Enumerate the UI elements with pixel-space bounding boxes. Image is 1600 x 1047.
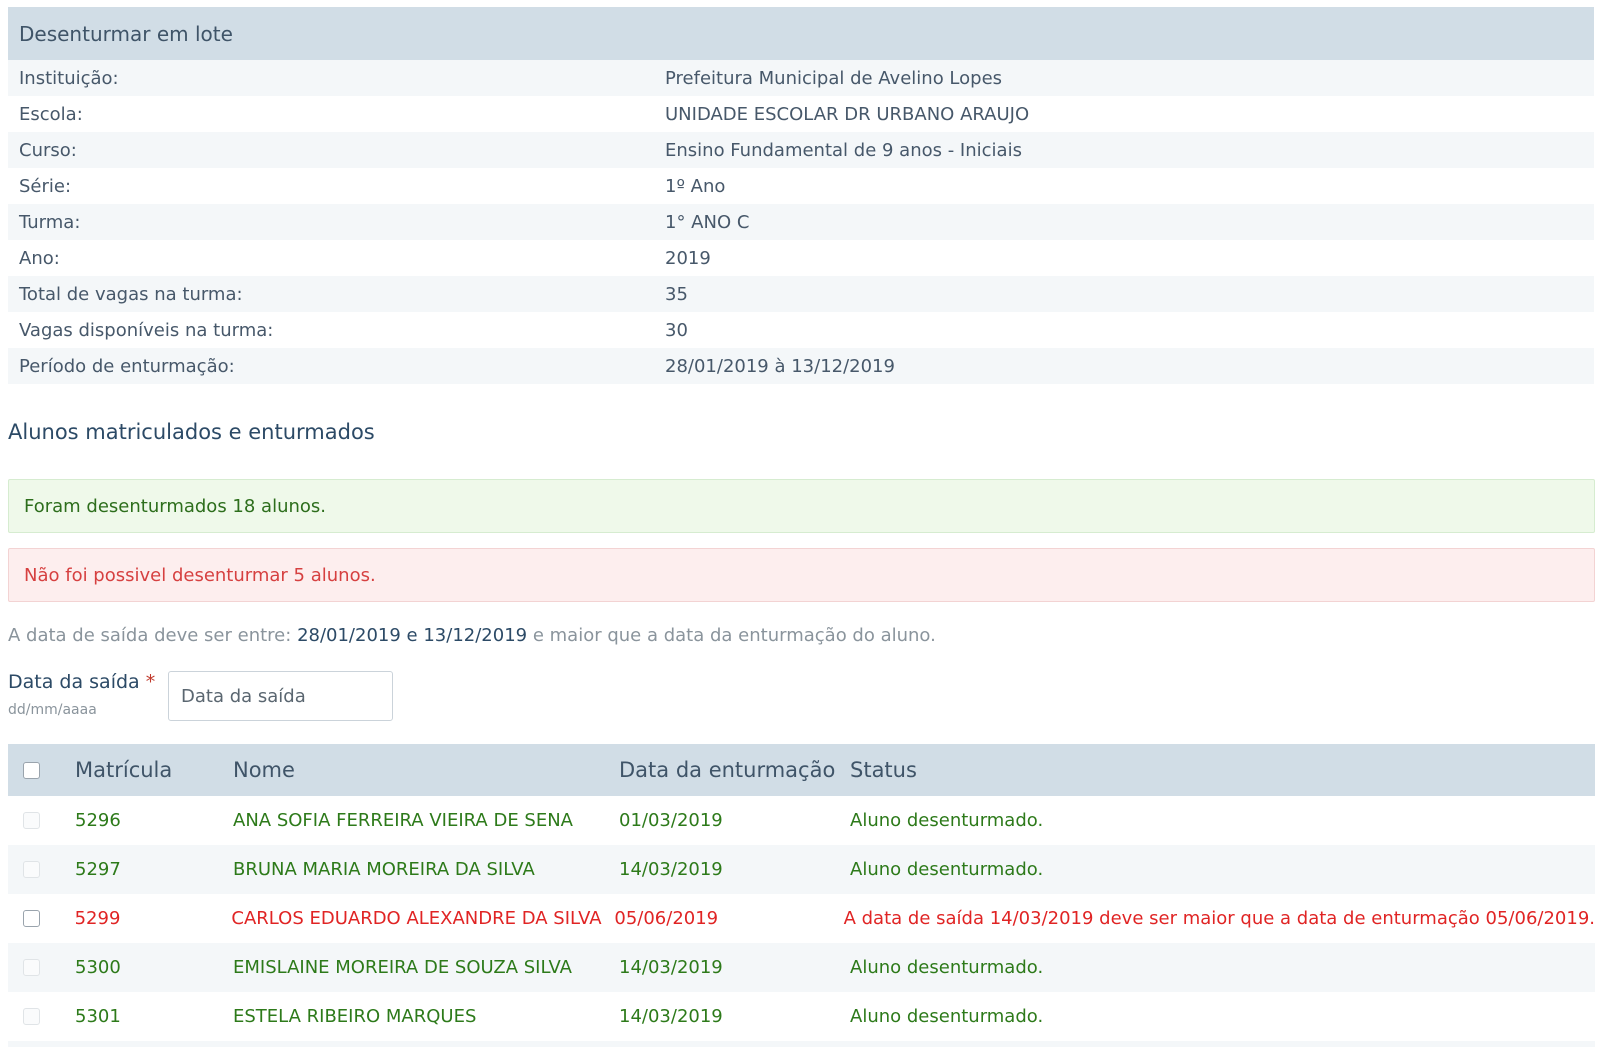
hint-prefix: A data de saída deve ser entre: [8,625,292,646]
info-label: Total de vagas na turma: [19,283,243,305]
cell-status: Aluno desenturmado. [850,1006,1044,1027]
info-row-serie: Série: 1º Ano [8,168,1594,204]
required-mark: * [145,671,156,693]
info-value: 30 [665,319,688,341]
cell-nome: EMISLAINE MOREIRA DE SOUZA SILVA [233,957,572,978]
cell-status: A data de saída 14/03/2019 deve ser maio… [843,908,1595,929]
students-table: Matrícula Nome Data da enturmação Status… [8,744,1595,1047]
cell-matricula: 5301 [75,1006,121,1027]
error-alert-text: Não foi possivel desenturmar 5 alunos. [24,564,376,586]
info-rows: Instituição: Prefeitura Municipal de Ave… [8,60,1594,384]
cell-data: 14/03/2019 [619,859,723,880]
row-checkbox-cell [8,812,75,829]
exit-date-label-text: Data da saída [8,671,140,693]
row-checkbox[interactable] [23,910,40,927]
cell-matricula: 5297 [75,859,121,880]
select-all-checkbox[interactable] [23,761,40,779]
cell-nome: CARLOS EDUARDO ALEXANDRE DA SILVA [231,908,602,929]
success-alert-text: Foram desenturmados 18 alunos. [24,495,327,517]
row-checkbox-cell [8,861,75,878]
table-row: 5301 ESTELA RIBEIRO MARQUES 14/03/2019 A… [8,992,1595,1041]
exit-date-label: Data da saída * [8,671,155,693]
exit-date-format-help: dd/mm/aaaa [8,702,97,718]
table-row: 5296 ANA SOFIA FERREIRA VIEIRA DE SENA 0… [8,796,1595,845]
info-label: Período de enturmação: [19,355,235,377]
row-checkbox [23,812,40,829]
info-row-curso: Curso: Ensino Fundamental de 9 anos - In… [8,132,1594,168]
panel-title: Desenturmar em lote [8,7,1594,60]
hint-suffix: e maior que a data da enturmação do alun… [532,625,936,646]
exit-date-hint: A data de saída deve ser entre: 28/01/20… [8,625,936,646]
info-row-turma: Turma: 1° ANO C [8,204,1594,240]
info-value: 2019 [665,247,711,269]
cell-nome: BRUNA MARIA MOREIRA DA SILVA [233,859,535,880]
info-value: 1° ANO C [665,211,750,233]
cell-matricula: 5300 [75,957,121,978]
info-row-escola: Escola: UNIDADE ESCOLAR DR URBANO ARAUJO [8,96,1594,132]
table-row-partial [8,1041,1595,1047]
cell-data: 05/06/2019 [614,908,719,929]
header-status[interactable]: Status [850,758,1595,782]
hint-conjunction: e [406,625,418,646]
row-checkbox-cell [8,959,75,976]
header-data-enturmacao[interactable]: Data da enturmação [619,758,850,782]
cell-matricula: 5299 [74,908,121,929]
info-row-ano: Ano: 2019 [8,240,1594,276]
info-value: Prefeitura Municipal de Avelino Lopes [665,67,1003,89]
table-row: 5299 CARLOS EDUARDO ALEXANDRE DA SILVA 0… [8,894,1595,943]
exit-date-input[interactable] [168,671,393,721]
info-label: Ano: [19,247,60,269]
select-all-cell [8,761,75,779]
table-row: 5297 BRUNA MARIA MOREIRA DA SILVA 14/03/… [8,845,1595,894]
cell-nome: ESTELA RIBEIRO MARQUES [233,1006,477,1027]
header-nome[interactable]: Nome [233,758,619,782]
table-header: Matrícula Nome Data da enturmação Status [8,744,1595,796]
header-matricula[interactable]: Matrícula [75,758,233,782]
info-label: Turma: [19,211,81,233]
info-row-periodo: Período de enturmação: 28/01/2019 à 13/1… [8,348,1594,384]
info-label: Instituição: [19,67,119,89]
row-checkbox [23,1008,40,1025]
cell-status: Aluno desenturmado. [850,810,1044,831]
info-value: 35 [665,283,688,305]
cell-status: Aluno desenturmado. [850,957,1044,978]
table-row: 5300 EMISLAINE MOREIRA DE SOUZA SILVA 14… [8,943,1595,992]
info-label: Vagas disponíveis na turma: [19,319,274,341]
cell-matricula: 5296 [75,810,121,831]
cell-nome: ANA SOFIA FERREIRA VIEIRA DE SENA [233,810,573,831]
error-alert: Não foi possivel desenturmar 5 alunos. [8,548,1595,602]
class-info-panel: Desenturmar em lote Instituição: Prefeit… [8,7,1594,384]
section-title: Alunos matriculados e enturmados [8,420,375,444]
cell-data: 14/03/2019 [619,957,723,978]
row-checkbox [23,861,40,878]
info-value: 1º Ano [665,175,726,197]
row-checkbox [23,959,40,976]
info-label: Curso: [19,139,77,161]
info-row-instituicao: Instituição: Prefeitura Municipal de Ave… [8,60,1594,96]
info-row-vagas-disponiveis: Vagas disponíveis na turma: 30 [8,312,1594,348]
info-label: Escola: [19,103,83,125]
info-row-total-vagas: Total de vagas na turma: 35 [8,276,1594,312]
hint-end-date: 13/12/2019 [423,625,528,646]
cell-data: 14/03/2019 [619,1006,723,1027]
info-value: UNIDADE ESCOLAR DR URBANO ARAUJO [665,103,1030,125]
row-checkbox-cell [8,1008,75,1025]
info-value: 28/01/2019 à 13/12/2019 [665,355,895,377]
row-checkbox-cell [8,910,75,927]
cell-status: Aluno desenturmado. [850,859,1044,880]
info-label: Série: [19,175,72,197]
cell-data: 01/03/2019 [619,810,723,831]
info-value: Ensino Fundamental de 9 anos - Iniciais [665,139,1022,161]
hint-start-date: 28/01/2019 [297,625,401,646]
success-alert: Foram desenturmados 18 alunos. [8,479,1595,533]
